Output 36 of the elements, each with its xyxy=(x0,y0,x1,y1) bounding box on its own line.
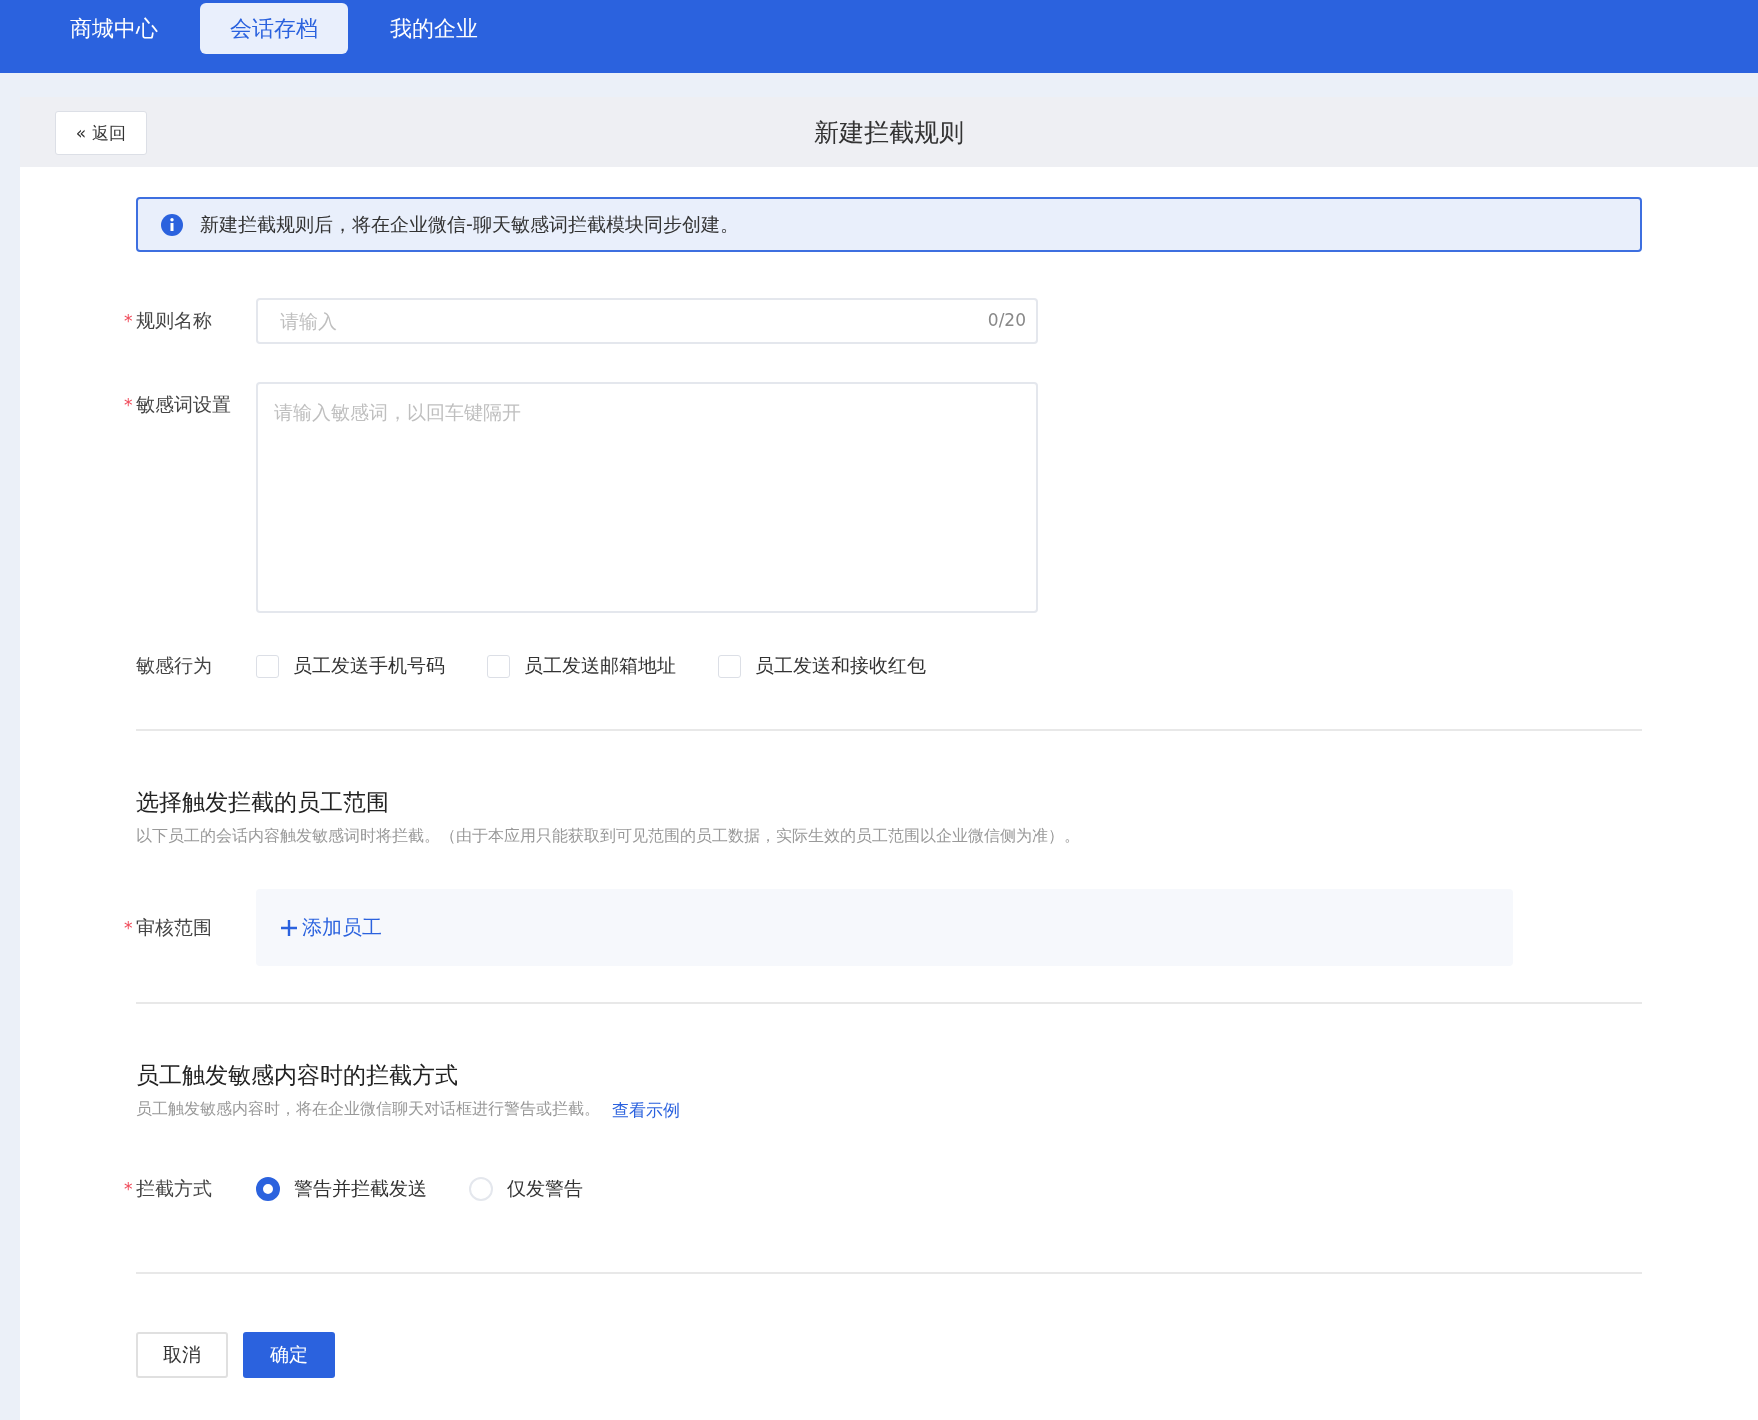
checkbox[interactable] xyxy=(487,654,510,678)
back-button[interactable]: « 返回 xyxy=(55,111,147,155)
radio-label: 警告并拦截发送 xyxy=(294,1176,427,1201)
info-icon xyxy=(160,212,184,237)
radio-label: 仅发警告 xyxy=(507,1176,583,1201)
field-label: 审核范围 xyxy=(136,914,212,940)
confirm-button[interactable]: 确定 xyxy=(243,1332,335,1378)
nav-tab[interactable]: 我的企业 xyxy=(360,3,508,54)
checkbox[interactable] xyxy=(718,654,741,678)
checkbox-label: 员工发送手机号码 xyxy=(293,653,445,678)
required-mark: * xyxy=(124,1179,134,1199)
nav-tab[interactable]: 商城中心 xyxy=(40,3,188,54)
radio-button[interactable] xyxy=(256,1177,280,1201)
field-label: 敏感词设置 xyxy=(136,392,231,417)
checkbox[interactable] xyxy=(256,654,279,678)
page-title: 新建拦截规则 xyxy=(814,116,964,149)
required-mark: * xyxy=(124,395,134,415)
plus-icon xyxy=(280,918,298,937)
cancel-button[interactable]: 取消 xyxy=(136,1332,228,1378)
section-description: 员工触发敏感内容时，将在企业微信聊天对话框进行警告或拦截。 xyxy=(136,1099,600,1120)
required-mark: * xyxy=(124,311,134,331)
checkbox-label: 员工发送和接收红包 xyxy=(755,653,926,678)
view-example-link[interactable]: 查看示例 xyxy=(612,1099,680,1122)
section-description: 以下员工的会话内容触发敏感词时将拦截。（由于本应用只能获取到可见范围的员工数据，实际生效的员工范围以企业微信侧为准）。 xyxy=(136,826,1081,847)
keywords-field[interactable]: 请输入敏感词，以回车键隔开 xyxy=(256,382,1038,613)
alert-text: 新建拦截规则后，将在企业微信-聊天敏感词拦截模块同步创建。 xyxy=(200,211,739,237)
required-mark: * xyxy=(124,917,134,938)
char-counter: 0/20 xyxy=(987,310,1026,330)
field-label: 规则名称 xyxy=(136,308,212,333)
field-label: 敏感行为 xyxy=(136,653,212,678)
nav-tab[interactable]: 会话存档 xyxy=(200,3,348,54)
checkbox-label: 员工发送邮箱地址 xyxy=(524,653,676,678)
section-title: 员工触发敏感内容时的拦截方式 xyxy=(136,1061,459,1090)
section-title: 选择触发拦截的员工范围 xyxy=(136,788,390,817)
field-label: 拦截方式 xyxy=(136,1176,212,1201)
add-employee-button[interactable]: 添加员工 xyxy=(280,914,382,941)
